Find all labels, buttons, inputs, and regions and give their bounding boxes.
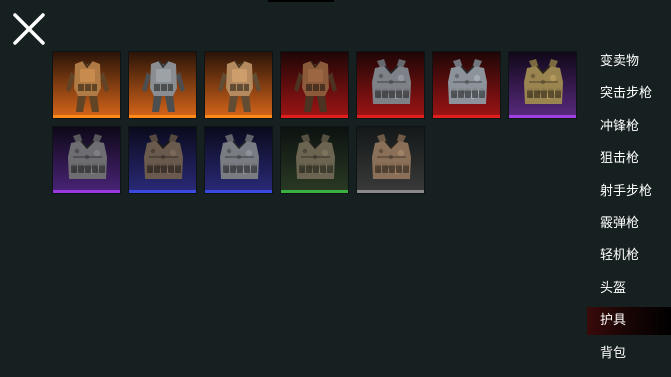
menu-item-7[interactable]: 头盔 <box>587 273 671 305</box>
armor-item-tile[interactable] <box>128 51 197 119</box>
menu-item-6[interactable]: 轻机枪 <box>587 240 671 272</box>
armor-item-tile[interactable] <box>508 51 577 119</box>
armor-vest-icon <box>142 60 185 112</box>
armor-vest-icon <box>144 134 183 179</box>
menu-item-0[interactable]: 变卖物 <box>587 46 671 78</box>
rarity-bar <box>129 115 196 118</box>
top-notch <box>268 0 334 2</box>
armor-item-tile[interactable] <box>128 126 197 194</box>
armor-vest-icon <box>218 60 261 112</box>
rarity-bar <box>281 190 348 193</box>
rarity-bar <box>357 190 424 193</box>
armor-item-tile[interactable] <box>280 126 349 194</box>
armor-vest-icon <box>294 60 337 112</box>
armor-item-tile[interactable] <box>356 126 425 194</box>
menu-item-5[interactable]: 霰弹枪 <box>587 208 671 240</box>
menu-item-3[interactable]: 狙击枪 <box>587 143 671 175</box>
armor-item-tile[interactable] <box>52 126 121 194</box>
rarity-bar <box>53 115 120 118</box>
menu-item-4[interactable]: 射手步枪 <box>587 176 671 208</box>
armor-vest-icon <box>68 134 107 179</box>
armor-item-tile[interactable] <box>280 51 349 119</box>
rarity-bar <box>433 115 500 118</box>
rarity-bar <box>509 115 576 118</box>
menu-item-9[interactable]: 背包 <box>587 338 671 370</box>
rarity-bar <box>205 115 272 118</box>
armor-item-tile[interactable] <box>204 51 273 119</box>
menu-item-8[interactable]: 护具 <box>587 307 671 336</box>
rarity-bar <box>281 115 348 118</box>
rarity-bar <box>205 190 272 193</box>
rarity-bar <box>129 190 196 193</box>
armor-vest-icon <box>66 60 109 112</box>
armor-item-tile[interactable] <box>356 51 425 119</box>
close-button[interactable] <box>12 12 46 46</box>
category-menu: 变卖物 突击步枪 冲锋枪 狙击枪 射手步枪 霰弹枪 轻机枪 头盔 护具 背包 <box>587 46 671 370</box>
armor-vest-icon <box>448 59 487 104</box>
armor-item-tile[interactable] <box>52 51 121 119</box>
armor-vest-icon <box>372 134 411 179</box>
rarity-bar <box>357 115 424 118</box>
close-icon <box>13 13 45 45</box>
armor-vest-icon <box>220 134 259 179</box>
armor-item-tile[interactable] <box>204 126 273 194</box>
armor-item-tile[interactable] <box>432 51 501 119</box>
menu-item-2[interactable]: 冲锋枪 <box>587 111 671 143</box>
armor-vest-icon <box>296 134 335 179</box>
rarity-bar <box>53 190 120 193</box>
menu-item-1[interactable]: 突击步枪 <box>587 78 671 110</box>
armor-vest-icon <box>524 59 563 104</box>
armor-vest-icon <box>372 59 411 104</box>
armor-grid <box>52 51 582 201</box>
